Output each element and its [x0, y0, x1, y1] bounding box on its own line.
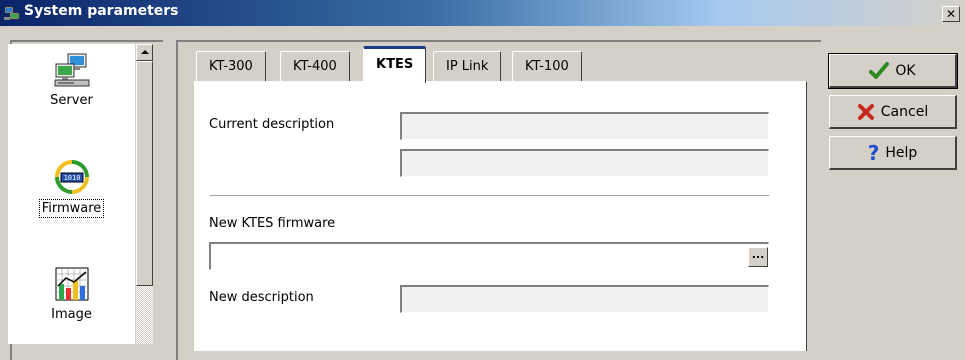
title-bar[interactable]: System parameters ✕: [0, 0, 965, 26]
system-parameters-icon: [4, 6, 20, 20]
current-description-label: Current description: [209, 117, 335, 132]
system-parameters-window: System parameters ✕ Server 1010 Firmware…: [0, 0, 965, 360]
cancel-button[interactable]: Cancel: [829, 95, 957, 129]
new-description-field[interactable]: [400, 285, 769, 313]
bar-chart-image-icon: [55, 267, 88, 301]
category-item-server[interactable]: Server: [8, 52, 135, 109]
current-description-field-2[interactable]: [400, 149, 769, 177]
help-label: Help: [885, 144, 918, 161]
new-firmware-path-input[interactable]: [209, 242, 769, 270]
category-list: Server 1010 Firmware Image: [8, 44, 135, 344]
category-label-image: Image: [51, 307, 92, 322]
scroll-up-button[interactable]: [136, 44, 153, 61]
ok-button[interactable]: OK: [828, 53, 958, 89]
category-label-firmware: Firmware: [38, 199, 105, 218]
category-item-image[interactable]: Image: [8, 266, 135, 323]
tab-kt-400[interactable]: KT-400: [280, 51, 350, 82]
tab-ktes[interactable]: KTES: [363, 46, 427, 83]
server-computers-icon: [54, 53, 89, 87]
new-firmware-label: New KTES firmware: [209, 216, 336, 231]
browse-firmware-button[interactable]: ...: [748, 247, 768, 267]
checkmark-icon: [869, 61, 890, 79]
tab-kt-300[interactable]: KT-300: [196, 51, 266, 82]
cancel-label: Cancel: [880, 103, 929, 120]
category-item-firmware[interactable]: 1010 Firmware: [8, 159, 135, 218]
tab-kt-100[interactable]: KT-100: [512, 51, 582, 82]
close-button[interactable]: ✕: [942, 6, 960, 22]
firmware-chip-icon: 1010: [54, 160, 89, 194]
svg-text:1010: 1010: [63, 174, 80, 182]
new-description-label: New description: [209, 290, 314, 305]
section-divider: [210, 195, 769, 197]
ok-label: OK: [895, 62, 916, 79]
current-description-field[interactable]: [400, 112, 769, 140]
category-scrollbar[interactable]: [136, 44, 153, 344]
tab-ip-link[interactable]: IP Link: [433, 51, 502, 82]
close-icon: ✕: [945, 7, 957, 21]
question-mark-icon: ?: [867, 140, 880, 165]
red-x-icon: [857, 103, 874, 120]
window-title: System parameters: [24, 3, 179, 19]
scroll-thumb[interactable]: [136, 61, 153, 286]
help-button[interactable]: ? Help: [829, 136, 957, 170]
category-label-server: Server: [50, 93, 93, 108]
